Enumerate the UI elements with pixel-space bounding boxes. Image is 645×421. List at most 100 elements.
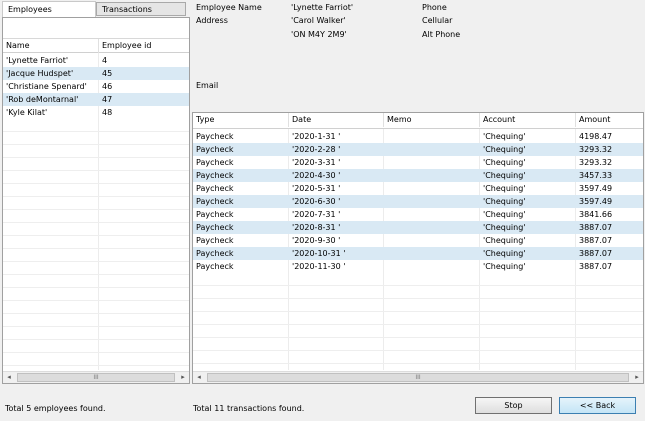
empty-row-line [3, 300, 189, 301]
empty-row-line [3, 274, 189, 275]
table-row[interactable]: 'Christiane Spenard' 46 [3, 80, 189, 93]
memo-cell [384, 143, 480, 156]
type-cell: Paycheck [196, 210, 234, 219]
table-row[interactable]: Paycheck '2020-1-31 ' 'Chequing' 4198.47 [193, 130, 643, 143]
account-cell: 'Chequing' [483, 236, 526, 245]
empty-row-line [193, 350, 643, 351]
account-cell: 'Chequing' [483, 158, 526, 167]
memo-cell [384, 156, 480, 169]
empty-row-line [3, 287, 189, 288]
memo-cell [384, 247, 480, 260]
transactions-grid[interactable]: Type Date Memo Account Amount Paycheck '2… [192, 112, 644, 384]
date-cell: '2020-5-31 ' [292, 184, 341, 193]
employee-name-cell: 'Kyle Kilat' [6, 108, 48, 117]
empty-row-line [193, 285, 643, 286]
type-cell: Paycheck [196, 184, 234, 193]
scroll-thumb[interactable]: III [207, 373, 629, 382]
scroll-right-arrow-icon[interactable]: ▸ [177, 372, 189, 383]
employees-horizontal-scrollbar[interactable]: ◂ III ▸ [3, 371, 189, 383]
date-cell: '2020-11-30 ' [292, 262, 346, 271]
empty-row-line [3, 157, 189, 158]
memo-cell [384, 260, 480, 273]
amount-cell: 3597.49 [579, 197, 613, 206]
type-cell: Paycheck [196, 236, 234, 245]
transactions-grid-header: Type Date Memo Account Amount [193, 113, 643, 129]
empty-row-line [3, 326, 189, 327]
memo-cell [384, 221, 480, 234]
tab-transactions[interactable]: Transactions [96, 2, 186, 16]
table-row[interactable]: Paycheck '2020-5-31 ' 'Chequing' 3597.49 [193, 182, 643, 195]
empty-row-line [193, 311, 643, 312]
empty-row-line [3, 313, 189, 314]
employee-name-label: Employee Name [196, 3, 262, 12]
column-header-account[interactable]: Account [480, 113, 576, 127]
table-row[interactable]: Paycheck '2020-9-30 ' 'Chequing' 3887.07 [193, 234, 643, 247]
memo-cell [384, 182, 480, 195]
empty-row-line [3, 144, 189, 145]
table-row[interactable]: Paycheck '2020-6-30 ' 'Chequing' 3597.49 [193, 195, 643, 208]
account-cell: 'Chequing' [483, 262, 526, 271]
empty-row-line [3, 339, 189, 340]
account-cell: 'Chequing' [483, 145, 526, 154]
table-row[interactable]: 'Kyle Kilat' 48 [3, 106, 189, 119]
column-header-date[interactable]: Date [289, 113, 384, 127]
account-cell: 'Chequing' [483, 197, 526, 206]
column-header-employee-id[interactable]: Employee id [99, 39, 189, 53]
table-row[interactable]: 'Rob deMontarnal' 47 [3, 93, 189, 106]
back-button[interactable]: << Back [559, 397, 636, 414]
table-row[interactable]: 'Lynette Farriot' 4 [3, 54, 189, 67]
employee-name-cell: 'Rob deMontarnal' [6, 95, 79, 104]
table-row[interactable]: Paycheck '2020-4-30 ' 'Chequing' 3457.33 [193, 169, 643, 182]
employees-count-status: Total 5 employees found. [5, 404, 106, 413]
transactions-horizontal-scrollbar[interactable]: ◂ III ▸ [193, 371, 643, 383]
table-row[interactable]: Paycheck '2020-11-30 ' 'Chequing' 3887.07 [193, 260, 643, 273]
empty-row-line [3, 261, 189, 262]
empty-row-line [193, 337, 643, 338]
column-header-memo[interactable]: Memo [384, 113, 480, 127]
empty-row-line [3, 131, 189, 132]
empty-row-line [3, 248, 189, 249]
employee-id-cell: 4 [102, 56, 108, 65]
empty-row-line [3, 209, 189, 210]
stop-button[interactable]: Stop [475, 397, 552, 414]
date-cell: '2020-6-30 ' [292, 197, 341, 206]
empty-row-line [3, 196, 189, 197]
cellular-label: Cellular [422, 16, 453, 25]
scroll-left-arrow-icon[interactable]: ◂ [3, 372, 15, 383]
memo-cell [384, 234, 480, 247]
type-cell: Paycheck [196, 223, 234, 232]
phone-label: Phone [422, 3, 447, 12]
column-header-amount[interactable]: Amount [576, 113, 643, 127]
employees-grid[interactable]: Name Employee id 'Lynette Farriot' 4 'Jacq… [2, 17, 190, 384]
amount-cell: 3293.32 [579, 158, 613, 167]
account-cell: 'Chequing' [483, 184, 526, 193]
employee-name-cell: 'Jacque Hudspet' [6, 69, 74, 78]
column-header-type[interactable]: Type [193, 113, 289, 127]
date-cell: '2020-3-31 ' [292, 158, 341, 167]
address-label: Address [196, 16, 228, 25]
memo-cell [384, 169, 480, 182]
scroll-right-arrow-icon[interactable]: ▸ [631, 372, 643, 383]
employee-name-cell: 'Lynette Farriot' [6, 56, 69, 65]
type-cell: Paycheck [196, 249, 234, 258]
column-header-name[interactable]: Name [3, 39, 99, 53]
scroll-left-arrow-icon[interactable]: ◂ [193, 372, 205, 383]
table-row[interactable]: Paycheck '2020-3-31 ' 'Chequing' 3293.32 [193, 156, 643, 169]
memo-cell [384, 130, 480, 143]
table-row[interactable]: Paycheck '2020-7-31 ' 'Chequing' 3841.66 [193, 208, 643, 221]
account-cell: 'Chequing' [483, 171, 526, 180]
tab-employees[interactable]: Employees [2, 1, 96, 17]
amount-cell: 3841.66 [579, 210, 613, 219]
empty-row-line [3, 183, 189, 184]
email-label: Email [196, 81, 219, 90]
table-row[interactable]: Paycheck '2020-8-31 ' 'Chequing' 3887.07 [193, 221, 643, 234]
scroll-thumb[interactable]: III [17, 373, 175, 382]
employee-id-cell: 45 [102, 69, 113, 78]
table-row[interactable]: Paycheck '2020-2-28 ' 'Chequing' 3293.32 [193, 143, 643, 156]
amount-cell: 3293.32 [579, 145, 613, 154]
table-row[interactable]: Paycheck '2020-10-31 ' 'Chequing' 3887.07 [193, 247, 643, 260]
date-cell: '2020-7-31 ' [292, 210, 341, 219]
date-cell: '2020-1-31 ' [292, 132, 341, 141]
table-row[interactable]: 'Jacque Hudspet' 45 [3, 67, 189, 80]
memo-cell [384, 195, 480, 208]
